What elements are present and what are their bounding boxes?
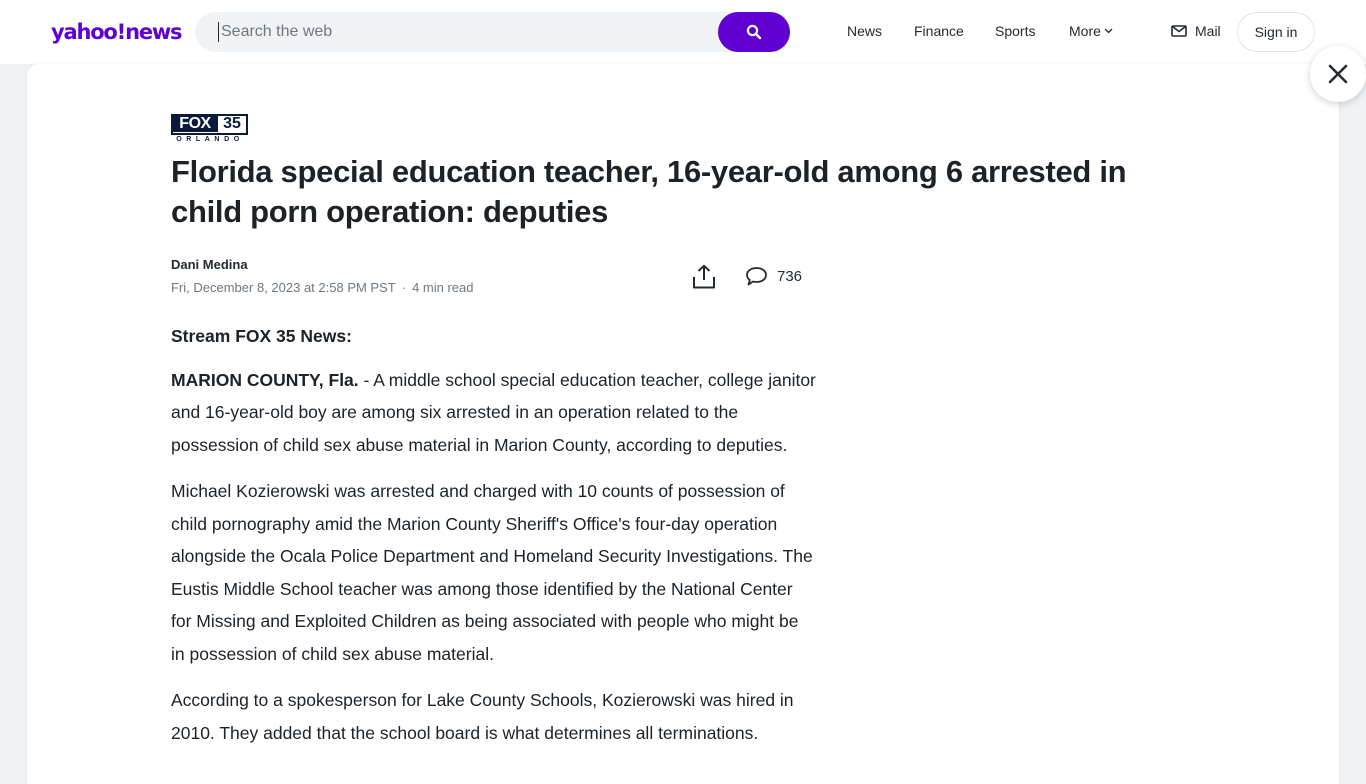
logo-bang: !: [116, 20, 127, 44]
nav-more-label: More: [1069, 23, 1101, 39]
article-title: Florida special education teacher, 16-ye…: [171, 154, 1127, 229]
top-header: yahoo!news News Finance Sports More Mail…: [0, 0, 1366, 64]
author-name[interactable]: Dani Medina: [171, 256, 248, 273]
publish-date: Fri, December 8, 2023 at 2:58 PM PST: [171, 280, 396, 295]
provider-name: FOX: [172, 115, 218, 132]
yahoo-news-logo[interactable]: yahoo!news: [51, 19, 183, 45]
sign-in-button[interactable]: Sign in: [1237, 12, 1315, 52]
stream-label[interactable]: Stream FOX 35 News:: [171, 320, 816, 353]
provider-channel: 35: [223, 115, 241, 132]
search-icon: [746, 24, 762, 40]
search-button[interactable]: [718, 12, 790, 52]
paragraph: Michael Kozierowski was arrested and cha…: [171, 481, 813, 664]
close-button[interactable]: [1310, 46, 1366, 102]
close-icon: [1328, 64, 1348, 84]
nav-sports[interactable]: Sports: [995, 22, 1035, 40]
logo-section: news: [125, 20, 183, 44]
mail-icon: [1171, 25, 1187, 37]
logo-main: yahoo: [51, 20, 118, 44]
nav-finance[interactable]: Finance: [914, 22, 964, 40]
comment-count: 736: [777, 268, 803, 285]
nav-more[interactable]: More: [1069, 22, 1113, 40]
nav-news[interactable]: News: [847, 22, 882, 40]
article-body: Stream FOX 35 News: MARION COUNTY, Fla. …: [171, 320, 816, 763]
share-button[interactable]: [692, 264, 716, 290]
comment-icon: [746, 267, 767, 286]
paragraph-lead: MARION COUNTY, Fla. - A middle school sp…: [171, 364, 816, 462]
article-dateline: Fri, December 8, 2023 at 2:58 PM PST · 4 m…: [171, 279, 473, 296]
dateline-separator: ·: [401, 280, 407, 295]
search-input[interactable]: [219, 12, 709, 52]
read-time: 4 min read: [412, 280, 474, 295]
mail-link[interactable]: Mail: [1171, 22, 1221, 40]
search-bar: [195, 12, 790, 52]
chevron-down-icon: [1104, 28, 1113, 34]
comments-button[interactable]: 736: [745, 266, 802, 287]
share-icon: [693, 264, 715, 289]
paragraph: According to a spokesperson for Lake Cou…: [171, 690, 794, 743]
lead-dateline-place: MARION COUNTY, Fla.: [171, 369, 359, 390]
provider-logo[interactable]: FOX 35 ORLANDO: [171, 114, 249, 145]
provider-city: ORLANDO: [176, 136, 244, 143]
mail-label: Mail: [1195, 23, 1221, 39]
